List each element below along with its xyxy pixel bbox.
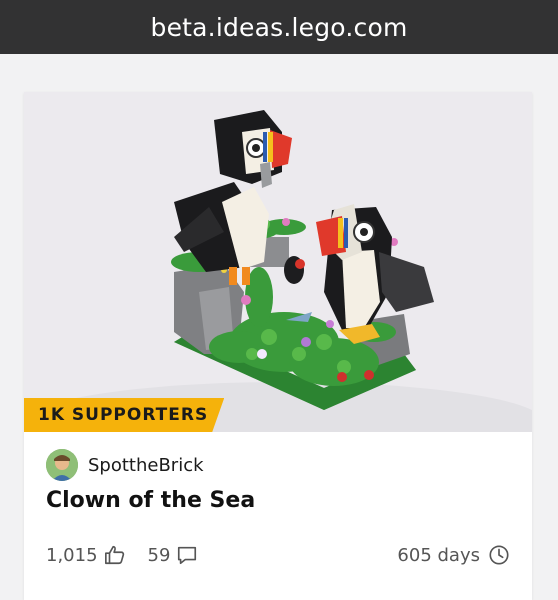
comments-stat[interactable]: 59 (148, 544, 199, 566)
thumbs-up-icon (104, 545, 124, 565)
project-card[interactable]: 1K SUPPORTERS SpottheBrick Clown of the … (24, 92, 532, 600)
days-remaining: 605 days (397, 544, 510, 566)
page-content: 1K SUPPORTERS SpottheBrick Clown of the … (0, 54, 558, 600)
author-name[interactable]: SpottheBrick (88, 455, 204, 476)
project-image[interactable]: 1K SUPPORTERS (24, 92, 532, 432)
comment-icon (178, 546, 197, 565)
project-stats: 1,015 59 (46, 544, 198, 566)
url-text: beta.ideas.lego.com (150, 12, 408, 42)
author-avatar[interactable] (46, 449, 78, 481)
avatar-image (46, 449, 78, 481)
author-row[interactable]: SpottheBrick (46, 449, 204, 481)
supports-stat[interactable]: 1,015 (46, 544, 126, 566)
days-remaining-label: 605 days (397, 544, 480, 566)
supports-count: 1,015 (46, 544, 98, 566)
comments-count: 59 (147, 544, 171, 566)
project-title[interactable]: Clown of the Sea (46, 488, 255, 513)
supporters-badge: 1K SUPPORTERS (24, 398, 224, 432)
supporters-badge-label: 1K SUPPORTERS (38, 405, 209, 425)
browser-address-bar[interactable]: beta.ideas.lego.com (0, 0, 558, 54)
clock-icon (489, 545, 509, 565)
puffin-lego-model-image (24, 92, 532, 432)
